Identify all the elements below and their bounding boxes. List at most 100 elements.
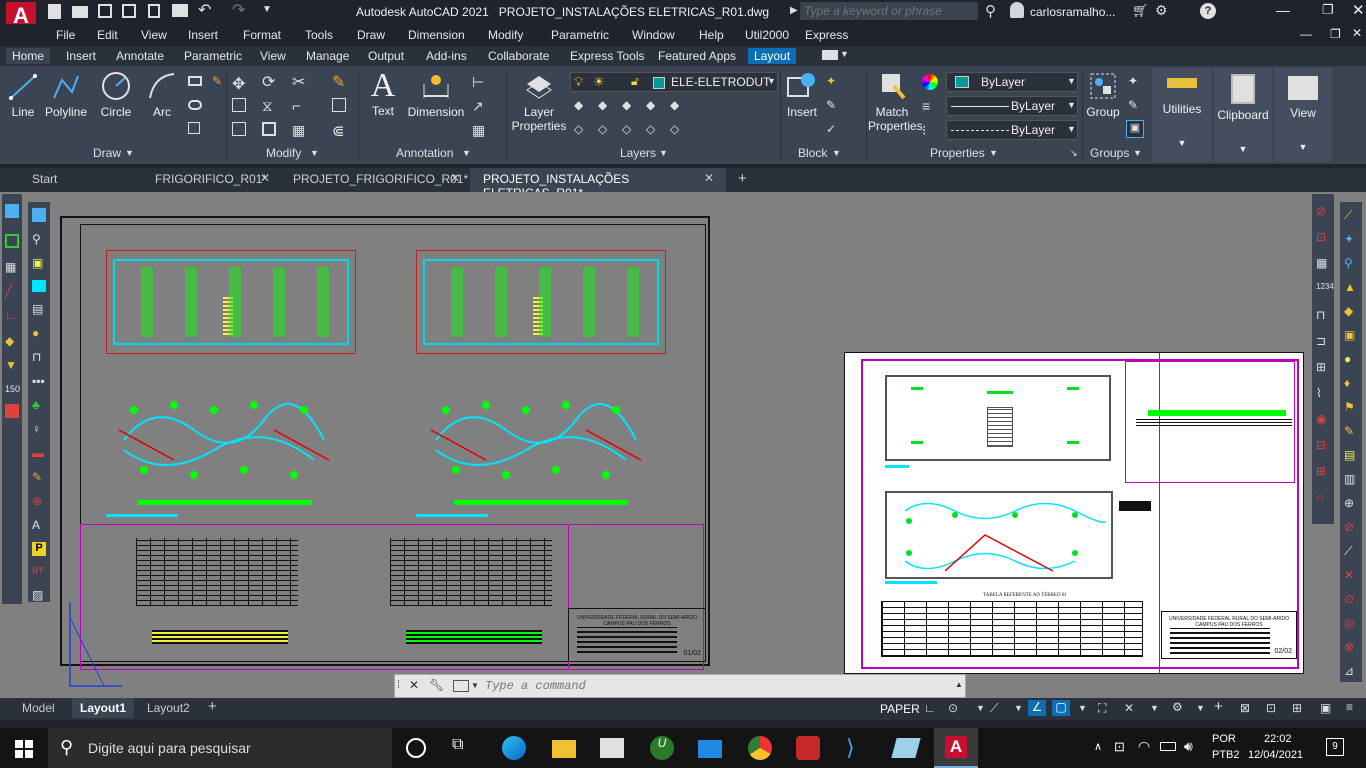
tab-annotate[interactable]: Annotate xyxy=(110,48,170,64)
group-edit-icon[interactable]: ✎ xyxy=(1128,98,1144,114)
tool-icon[interactable]: ⊓ xyxy=(1316,308,1325,322)
tool-icon[interactable]: ∟ xyxy=(5,308,17,322)
menu-help[interactable]: Help xyxy=(699,28,724,42)
tool-icon[interactable]: ⟋ xyxy=(1344,208,1352,223)
linetype-icon[interactable]: ⁝ xyxy=(922,122,926,139)
viewport-scale-icon[interactable]: ⛶ xyxy=(1098,701,1106,716)
user-name[interactable]: carlosramalho... xyxy=(1030,5,1115,19)
tab-manage[interactable]: Manage xyxy=(300,48,355,64)
annotation-scale-icon[interactable]: ✕ xyxy=(1124,701,1134,715)
linetype-dropdown[interactable]: ByLayer ▼ xyxy=(946,120,1078,140)
menu-file[interactable]: File xyxy=(56,28,75,42)
layer-tool-icon[interactable]: ◇ xyxy=(622,122,638,138)
menu-format[interactable]: Format xyxy=(243,28,281,42)
offset-icon[interactable]: ⋐ xyxy=(332,122,348,140)
menu-parametric[interactable]: Parametric xyxy=(551,28,609,42)
layer-tool-icon[interactable]: ◇ xyxy=(574,122,590,138)
layer-tool-icon[interactable]: ◆ xyxy=(646,98,662,114)
layer-tool-icon[interactable]: ◆ xyxy=(670,98,686,114)
doc-close-button[interactable]: ✕ xyxy=(1352,26,1362,40)
chevron-down-icon[interactable]: ▼ xyxy=(976,703,985,713)
customize-qat-icon[interactable]: ▼ xyxy=(262,4,278,20)
tool-icon[interactable]: ⊙ xyxy=(1344,592,1354,606)
arc-button[interactable]: Arc xyxy=(144,70,180,119)
paper-sheet-1[interactable]: UNIVERSIDADE FEDERAL RURAL DO SEMI-ÁRIDO… xyxy=(60,216,710,687)
chevron-down-icon[interactable]: ▼ xyxy=(471,681,479,690)
lineweight-dropdown[interactable]: ByLayer ▼ xyxy=(946,96,1078,116)
menu-tools[interactable]: Tools xyxy=(305,28,333,42)
minimize-button[interactable]: — xyxy=(1276,2,1290,18)
menu-modify[interactable]: Modify xyxy=(488,28,523,42)
tool-icon[interactable]: ⟋ xyxy=(1344,544,1352,559)
linear-dimension-icon[interactable]: ⊢ xyxy=(472,74,488,90)
language-label-1[interactable]: POR xyxy=(1212,733,1236,745)
polar-icon[interactable]: ∠ xyxy=(1028,700,1046,716)
language-label-2[interactable]: PTB2 xyxy=(1212,749,1240,761)
layer-tool-icon[interactable]: ◇ xyxy=(646,122,662,138)
tool-icon[interactable]: A xyxy=(32,518,40,532)
tool-icon[interactable]: ◉ xyxy=(1316,412,1326,426)
tool-icon[interactable]: ⌇ xyxy=(1316,386,1322,400)
drawing-workspace[interactable]: ▦ ╱ ∟ ◆ ▼ 150 ⚲ ▣ ▤ ● ⊓ ▪▪▪ ♣ ♀ ▬ ✎ ⊕ A … xyxy=(0,192,1366,698)
block-panel-label[interactable]: Block xyxy=(798,146,827,160)
tool-icon[interactable]: 1234 xyxy=(1316,282,1334,291)
mail-icon[interactable] xyxy=(698,740,722,758)
clipboard-button[interactable]: Clipboard ▼ xyxy=(1214,68,1272,162)
properties-launcher-icon[interactable]: ↘ xyxy=(1070,148,1078,159)
tool-icon[interactable]: ▲ xyxy=(1344,280,1356,294)
workspace-gear-icon[interactable]: ⚙ xyxy=(1172,700,1183,714)
tool-icon[interactable]: ✕ xyxy=(1344,568,1354,582)
tab-featured-apps[interactable]: Featured Apps xyxy=(652,48,742,64)
command-history-icon[interactable] xyxy=(453,680,469,692)
circle-button[interactable]: Circle xyxy=(96,70,136,119)
clean-screen-icon[interactable]: ⊞ xyxy=(1292,701,1302,715)
create-block-icon[interactable]: ✦ xyxy=(826,74,842,90)
tool-icon[interactable]: ⊿ xyxy=(1344,664,1354,678)
tool-icon[interactable] xyxy=(5,234,19,248)
layer-tool-icon[interactable]: ◇ xyxy=(598,122,614,138)
tool-icon[interactable]: ⚑ xyxy=(1344,400,1355,414)
tool-icon[interactable] xyxy=(5,204,19,218)
search-icon[interactable]: ⚲ xyxy=(985,2,996,20)
tab-projeto-instalacoes-active[interactable]: PROJETO_INSTALAÇÕES ELETRICAS_R01* ✕ xyxy=(470,168,726,200)
chevron-down-icon[interactable]: ▼ xyxy=(1133,148,1142,158)
tool-icon[interactable]: ⊐ xyxy=(1316,334,1326,348)
erase-icon[interactable]: ✎ xyxy=(332,72,348,91)
tool-icon[interactable] xyxy=(32,280,46,292)
properties-panel-label[interactable]: Properties xyxy=(930,146,985,160)
tab-frigorifico[interactable]: FRIGORIFICO_R01* xyxy=(155,172,267,186)
redo-icon[interactable]: ↷ xyxy=(232,3,248,20)
menu-window[interactable]: Window xyxy=(632,28,675,42)
graphics-performance-icon[interactable]: ⊡ xyxy=(1266,701,1276,715)
tool-icon[interactable]: ▬ xyxy=(32,446,44,460)
isolate-objects-icon[interactable]: ⊠ xyxy=(1240,701,1250,715)
chevron-down-icon[interactable]: ▼ xyxy=(989,148,998,158)
add-layout-icon[interactable]: + xyxy=(208,698,217,715)
chevron-down-icon[interactable]: ▼ xyxy=(1014,703,1023,713)
layer-tool-icon[interactable]: ◆ xyxy=(574,98,590,114)
app-icon[interactable] xyxy=(891,738,921,758)
tab-layout[interactable]: Layout xyxy=(748,48,797,64)
network-icon[interactable]: ◠ xyxy=(1138,738,1150,755)
scale-icon[interactable] xyxy=(262,122,276,136)
layer-tool-icon[interactable]: ◇ xyxy=(670,122,686,138)
copy-icon[interactable] xyxy=(232,98,246,112)
ribbon-options-icon[interactable] xyxy=(822,50,838,60)
text-button[interactable]: A Text xyxy=(364,68,402,119)
chevron-down-icon[interactable]: ▼ xyxy=(1150,703,1159,713)
layer-properties-button[interactable]: Layer Properties xyxy=(510,70,568,133)
chevron-down-icon[interactable]: ▼ xyxy=(310,148,319,158)
menu-icon[interactable]: ≡ xyxy=(1346,700,1353,714)
annotation-panel-label[interactable]: Annotation xyxy=(396,146,453,160)
tab-parametric[interactable]: Parametric xyxy=(178,48,248,64)
menu-view[interactable]: View xyxy=(141,28,167,42)
paper-sheet-2[interactable]: TABELA REFERENTE AO TÉRREO 01 UNIVERSIDA… xyxy=(844,352,1304,675)
upwork-icon[interactable]: U xyxy=(650,736,674,760)
battery-icon[interactable] xyxy=(1160,742,1176,751)
tool-icon[interactable]: ◆ xyxy=(5,334,14,348)
tool-icon[interactable]: ▤ xyxy=(1344,448,1355,462)
color-dropdown[interactable]: ByLayer ▼ xyxy=(946,72,1078,92)
edit-block-icon[interactable]: ✎ xyxy=(826,98,842,114)
tool-icon[interactable]: ⊗ xyxy=(1344,640,1354,654)
cortana-icon[interactable] xyxy=(406,738,426,758)
